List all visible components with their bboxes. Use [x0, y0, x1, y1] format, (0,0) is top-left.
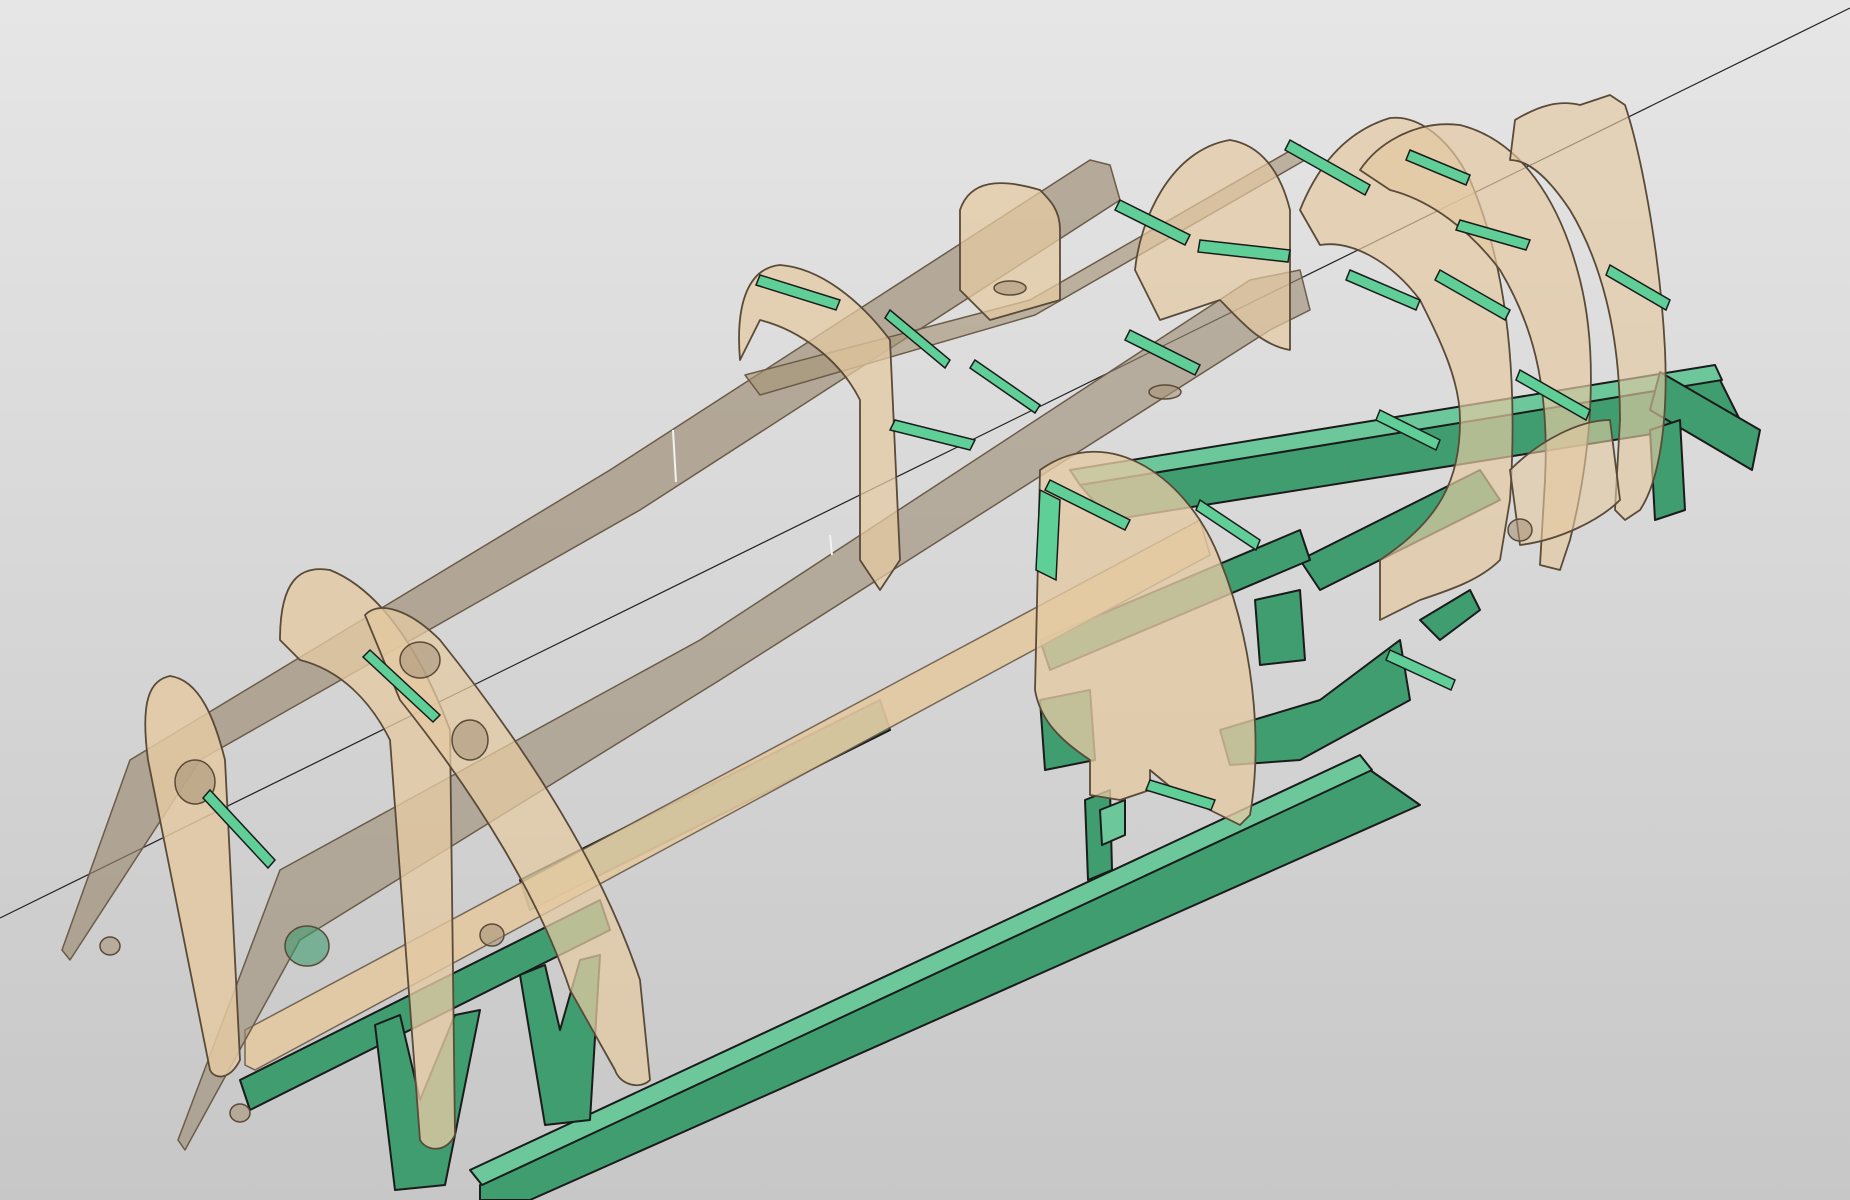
- fuselage-jig-3d-model[interactable]: [0, 0, 1850, 1200]
- hole-6: [229, 1103, 251, 1123]
- hole-7: [479, 923, 505, 947]
- hole-10: [1507, 518, 1533, 542]
- hole-8: [993, 280, 1027, 296]
- hole-4: [284, 925, 330, 967]
- hole-9: [1148, 384, 1182, 400]
- cradle-post-8[interactable]: [1254, 589, 1306, 666]
- hole-3: [451, 719, 489, 761]
- stringer-21[interactable]: [1035, 488, 1061, 582]
- 3d-model-viewport[interactable]: [0, 0, 1850, 1200]
- former-5[interactable]: [959, 182, 1061, 321]
- hole-2: [399, 641, 441, 679]
- hole-5: [99, 936, 121, 956]
